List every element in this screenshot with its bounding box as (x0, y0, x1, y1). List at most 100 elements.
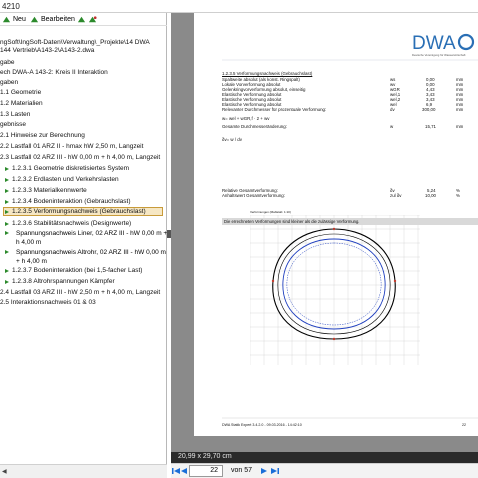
tree-item-label: 1.2.3.3 Materialkennwerte (12, 187, 87, 194)
last-page-icon[interactable] (270, 466, 280, 476)
tree-item-label: 1.2.3.5 Verformungsnachweis (Gebrauchsla… (12, 208, 146, 215)
dwa-logo-text: DWA (412, 33, 456, 54)
tree-item-label: Spannungsnachweis Altrohr, 02 ARZ III - … (16, 249, 166, 256)
tree-item[interactable]: gabe (0, 58, 14, 67)
hinge-marker (393, 279, 397, 283)
project-path: ngSoft\IngSoft-Daten\Verwaltung\_Projekt… (0, 39, 167, 55)
row-label: Relevanter Durchmesser für prozentuale V… (222, 107, 327, 112)
expand-arrow-icon (5, 199, 9, 204)
tree-item-label: 1.2.3.4 Bodeninteraktion (Gebrauchslast) (12, 198, 131, 205)
tree-item-label: Spannungsnachweis Liner, 02 ARZ III - hW… (16, 230, 168, 237)
tree-item[interactable]: 2.5 Interaktionsnachweis 01 & 03 (0, 298, 96, 307)
page-size-label: 20,99 x 29,70 cm (178, 453, 232, 460)
edit-button[interactable]: Bearbeiten (30, 14, 75, 25)
expand-arrow-icon (5, 209, 9, 214)
expand-arrow-icon (5, 221, 9, 226)
expand-arrow-icon (5, 177, 9, 182)
tree-item-label: 2.1 Hinweise zur Berechnung (0, 132, 85, 139)
expand-arrow-icon (5, 279, 9, 284)
row-value: 300,00 (422, 107, 436, 112)
tree-item[interactable]: 1.2.3.6 Stabilitätsnachweis (Designwerte… (4, 219, 131, 228)
tree-item-label: 1.2 Materialien (0, 100, 43, 107)
total-value: 15,71 (425, 124, 436, 129)
tree-item-label: 1.2.3.8 Altrohrspannungen Kämpfer (12, 278, 115, 285)
tree-item[interactable]: gaben (0, 78, 18, 87)
result-banner-text: Die errechneten Verformungen sind kleine… (224, 219, 360, 224)
tree-item[interactable]: 2.1 Hinweise zur Berechnung (0, 131, 85, 140)
project-path-line: 144 Vertrieb\A143-2\A143-2.dwa (0, 47, 95, 54)
project-path-line: ngSoft\IngSoft-Daten\Verwaltung\_Projekt… (0, 39, 150, 46)
expand-arrow-icon (5, 231, 9, 235)
tree-item[interactable]: 1.1 Geometrie (0, 88, 41, 97)
row-unit: mm (456, 107, 464, 112)
tree-item-label: gebnisse (0, 121, 27, 128)
tree-item-label: gaben (0, 79, 19, 86)
tool-icon (88, 16, 97, 23)
tree-item-label: 1.3 Lasten (0, 111, 31, 118)
hinge-marker (271, 279, 275, 283)
tree-item[interactable]: 1.2.3.4 Bodeninteraktion (Gebrauchslast) (4, 197, 131, 206)
tree-item[interactable]: 2.4 Lastfall 03 ARZ III - hW 2,50 m + h … (0, 288, 160, 297)
tree-item[interactable]: 1.2.3.7 Bodeninteraktion (bei 1,5-facher… (4, 266, 142, 275)
expand-arrow-icon (5, 268, 9, 273)
allowed-label: Anhaltswert Gesamtverformung: (222, 193, 285, 198)
tree-item[interactable]: 2.3 Lastfall 02 ARZ III - hW 0,00 m + h … (0, 153, 160, 162)
page-count-label: von 57 (231, 467, 253, 474)
tree-item[interactable]: gebnisse (0, 120, 26, 129)
tree-item-label: 1.2.3.7 Bodeninteraktion (bei 1,5-facher… (12, 267, 143, 274)
edit-button-label: Bearbeiten (41, 16, 75, 23)
tree-item[interactable]: 1.2.3.1 Geometrie diskretisiertes System (4, 164, 129, 173)
hinge-marker (332, 337, 336, 341)
tree-item-label: 1.2.3.2 Erdlasten und Verkehrslasten (12, 176, 119, 183)
new-icon (2, 16, 11, 23)
tree-item-label: h 4,00 m (16, 239, 42, 246)
tree-item[interactable]: 1.3 Lasten (0, 110, 30, 119)
page-footer-right: 22 (462, 423, 466, 427)
scroll-left-arrow-icon[interactable]: ◀ (2, 468, 7, 475)
tree-item-label: 2.4 Lastfall 03 ARZ III - hW 2,50 m + h … (0, 289, 161, 296)
tree-item-label: 2.5 Interaktionsnachweis 01 & 03 (0, 299, 96, 306)
tree-tool-button-2[interactable] (88, 14, 99, 25)
tree-toolbar: Neu Bearbeiten (0, 13, 167, 26)
tree-item-label: 2.2 Lastfall 01 ARZ II - hmax hW 2,50 m,… (0, 143, 144, 150)
tree-item[interactable]: 1.2.3.3 Materialkennwerte (4, 186, 87, 195)
tree-item-label: ech DWA-A 143-2: Kreis II Interaktion (0, 69, 108, 76)
page-number-input[interactable]: 22 (189, 465, 223, 477)
hinge-marker (332, 227, 336, 231)
tree-item-label: 1.2.3.6 Stabilitätsnachweis (Designwerte… (12, 220, 132, 227)
expand-arrow-icon (5, 188, 9, 193)
tree-item-label: 2.3 Lastfall 02 ARZ III - hW 0,00 m + h … (0, 154, 161, 161)
title-bar: 4210 (0, 0, 478, 13)
tree-item[interactable]: 1.2.3.2 Erdlasten und Verkehrslasten (4, 175, 119, 184)
tree-item-label: gabe (0, 59, 15, 66)
tool-icon (77, 16, 86, 23)
deformation-plot (250, 215, 420, 365)
page-footer-left: DWA Statik Expert 3.4.2.0 - 09.03.2016 -… (222, 423, 302, 427)
previous-page-icon[interactable] (179, 466, 189, 476)
tree-item-label: + h 4,00 m (16, 258, 47, 265)
tree-item[interactable]: 1.2 Materialien (0, 99, 43, 108)
expand-arrow-icon (5, 166, 9, 171)
tree-item[interactable]: ech DWA-A 143-2: Kreis II Interaktion (0, 68, 108, 77)
tree-tool-button-1[interactable] (77, 14, 88, 25)
expand-arrow-icon (5, 250, 9, 254)
ratio-formula: δv= w / dv (222, 137, 242, 142)
tree-item[interactable]: 1.2.3.8 Altrohrspannungen Kämpfer (4, 277, 115, 286)
tree-horizontal-scrollbar[interactable]: ◀ (0, 464, 167, 478)
allowed-unit: % (456, 193, 460, 198)
dwa-logo: DWA Deutsche Vereinigung für Wasserwirts… (412, 33, 475, 57)
edit-icon (30, 16, 39, 23)
tree-item-label: 1.1 Geometrie (0, 89, 42, 96)
total-symbol: w (390, 124, 394, 129)
page-navigation-bar: 22 von 57 (171, 463, 478, 478)
tree-item[interactable]: 2.2 Lastfall 01 ARZ II - hmax hW 2,50 m,… (0, 142, 143, 151)
next-page-icon[interactable] (259, 466, 269, 476)
new-button[interactable]: Neu (2, 14, 26, 25)
allowed-value: 10,00 (425, 193, 436, 198)
window-title: 4210 (2, 2, 20, 11)
plot-grid (250, 215, 420, 365)
tree-item-label: 1.2.3.1 Geometrie diskretisiertes System (12, 165, 130, 172)
tree-item-selected[interactable]: 1.2.3.5 Verformungsnachweis (Gebrauchsla… (3, 207, 163, 216)
total-unit: mm (456, 124, 464, 129)
total-label: Gesamte Durchmesseränderung: (222, 124, 287, 129)
